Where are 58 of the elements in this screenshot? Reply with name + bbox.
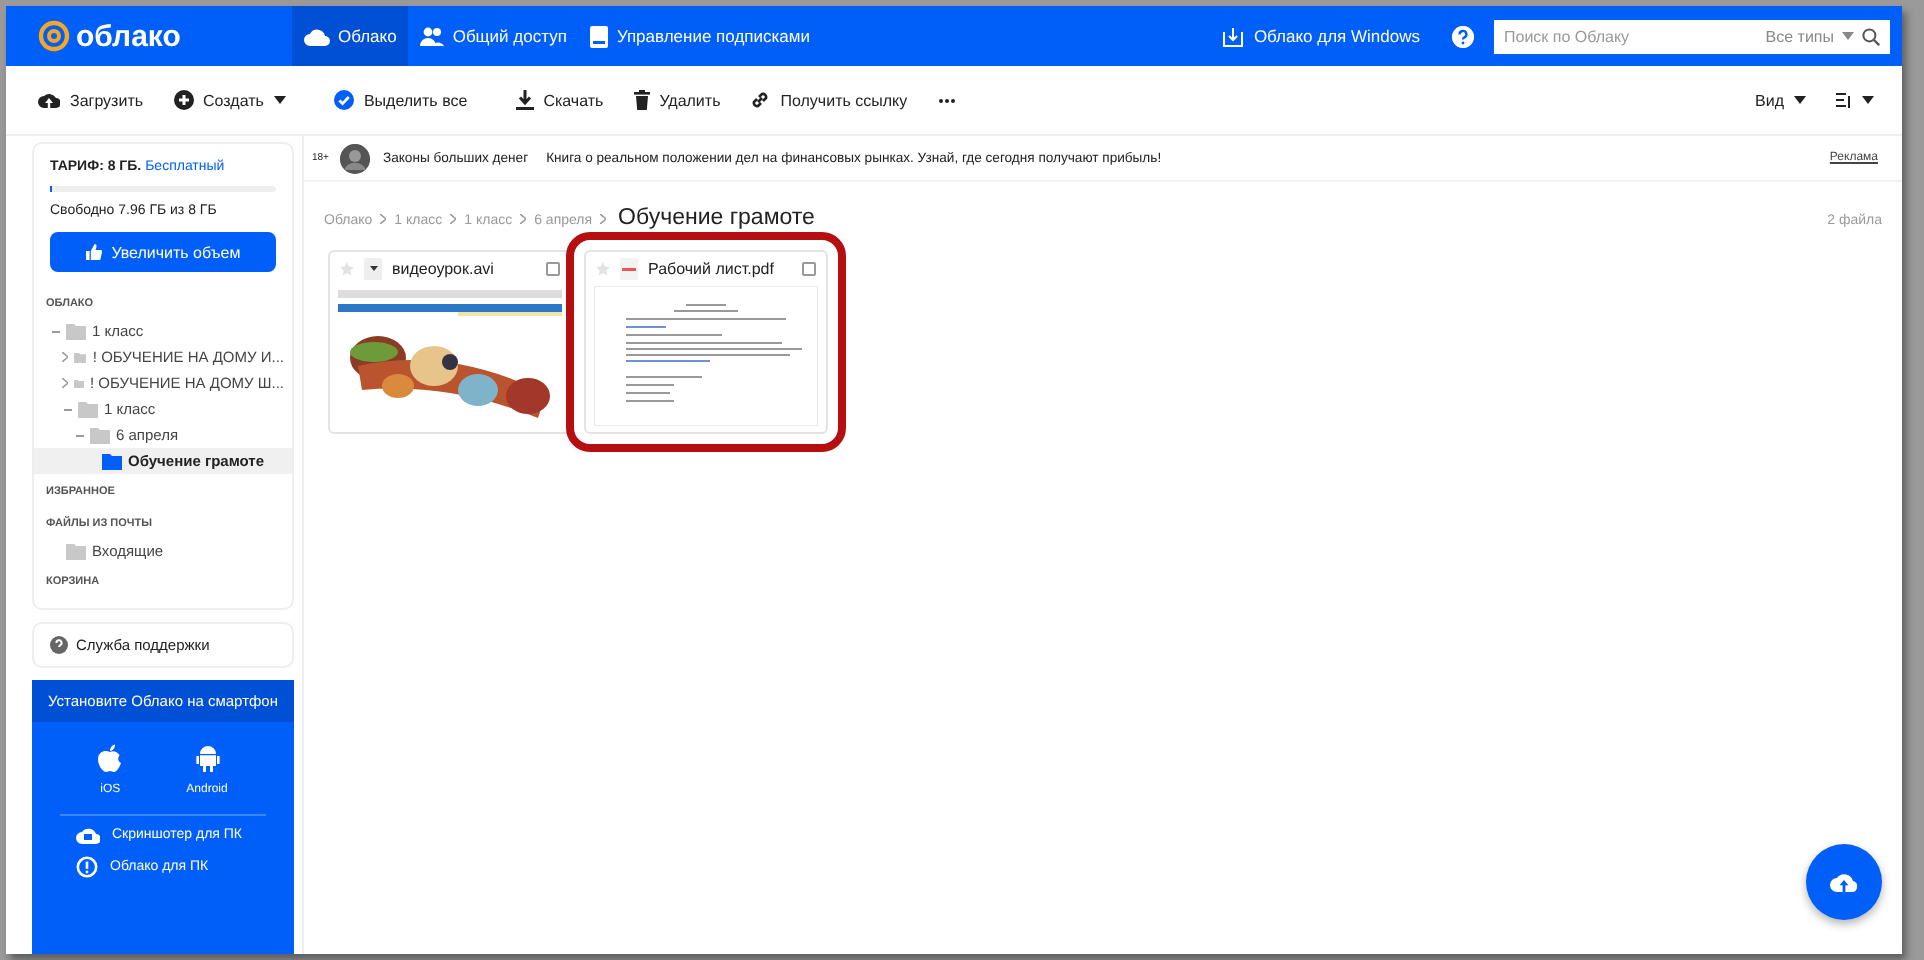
- upgrade-button[interactable]: Увеличить объем: [50, 232, 276, 272]
- nav-tab[interactable]: Управление подписками: [578, 6, 822, 66]
- checkmark-icon: [333, 90, 354, 110]
- file-card[interactable]: видеоурок.avi: [328, 250, 572, 434]
- download-icon: [515, 90, 534, 110]
- toolbar-button[interactable]: Получить ссылку: [750, 90, 908, 110]
- caret-icon: [1862, 96, 1874, 104]
- file-name: видеоурок.avi: [392, 260, 496, 278]
- people-icon: [420, 26, 445, 46]
- more-icon[interactable]: [937, 97, 956, 103]
- search-icon[interactable]: [1862, 27, 1880, 45]
- expand-icon[interactable]: [62, 378, 68, 388]
- chevron-icon: [380, 214, 387, 224]
- link-icon: [750, 90, 771, 110]
- upload-icon: [1830, 871, 1858, 893]
- toolbar-button[interactable]: Скачать: [515, 90, 604, 110]
- search-field[interactable]: Поиск по Облаку Все типы: [1494, 19, 1890, 53]
- nav-tab[interactable]: Общий доступ: [408, 6, 579, 66]
- chevron-icon: [520, 214, 527, 224]
- star-icon[interactable]: [340, 262, 354, 276]
- folder-title: Обучение грамоте: [618, 206, 815, 230]
- expand-icon[interactable]: [62, 352, 69, 362]
- view-button[interactable]: Вид: [1755, 91, 1806, 109]
- file-name: Рабочий лист.pdf: [648, 260, 776, 278]
- folder-icon: [66, 543, 86, 559]
- logo[interactable]: облако: [76, 19, 181, 53]
- thumbs-up-icon: [85, 244, 102, 260]
- video-file-icon: [364, 258, 382, 280]
- file-checkbox[interactable]: [546, 262, 560, 276]
- trash-icon: [633, 90, 650, 110]
- pdf-file-icon: [620, 258, 638, 280]
- apple-icon: [98, 744, 123, 772]
- windows-app-link[interactable]: Облако для Windows: [1209, 23, 1432, 49]
- toolbar-button[interactable]: Удалить: [633, 90, 721, 110]
- file-checkbox[interactable]: [802, 262, 816, 276]
- chevron-icon: [450, 214, 457, 224]
- plus-icon: [173, 90, 194, 110]
- toolbar-button[interactable]: Создать: [173, 90, 286, 110]
- cloud-icon: [76, 824, 100, 844]
- help-icon: [50, 636, 68, 654]
- toolbar-button[interactable]: Выделить все: [333, 90, 468, 110]
- card-icon: [590, 25, 609, 47]
- caret-icon: [1794, 96, 1806, 104]
- upload-icon: [38, 91, 60, 109]
- toolbar-button[interactable]: Загрузить: [38, 91, 144, 109]
- cloud-icon: [304, 27, 330, 45]
- type-filter[interactable]: Все типы: [1765, 27, 1834, 45]
- download-icon: [1221, 25, 1244, 47]
- nav-tab[interactable]: Облако: [292, 6, 409, 66]
- android-icon: [195, 744, 219, 772]
- sort-icon: [1836, 92, 1852, 108]
- star-icon[interactable]: [596, 262, 610, 276]
- caret-icon: [273, 96, 286, 104]
- caret-icon: [1842, 32, 1854, 40]
- upload-button[interactable]: [1806, 844, 1882, 920]
- help-icon[interactable]: [1452, 25, 1474, 47]
- sort-button[interactable]: [1836, 92, 1874, 108]
- chevron-icon: [600, 214, 607, 224]
